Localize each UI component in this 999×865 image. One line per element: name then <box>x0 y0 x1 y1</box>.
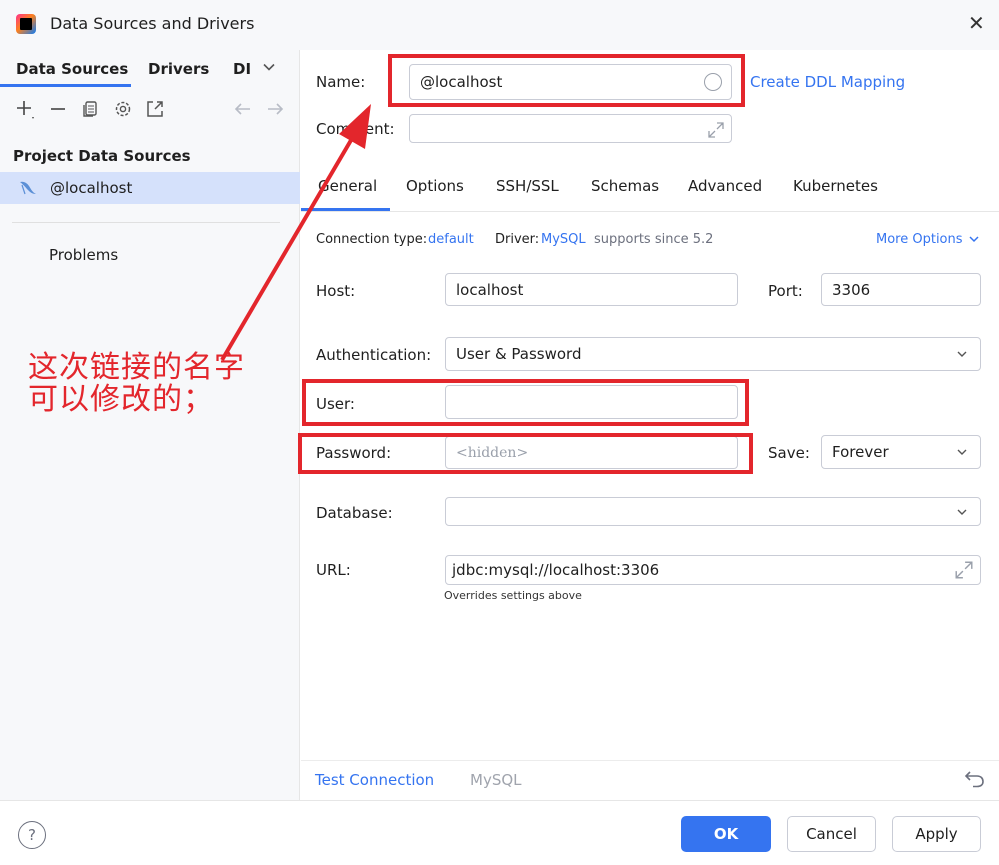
annotation-arrow <box>220 104 371 362</box>
annotation-line-1: 这次链接的名字 <box>28 350 245 385</box>
annotation-text: 这次链接的名字 可以修改的； <box>28 352 245 416</box>
annotation-line-2: 可以修改的； <box>28 382 214 417</box>
